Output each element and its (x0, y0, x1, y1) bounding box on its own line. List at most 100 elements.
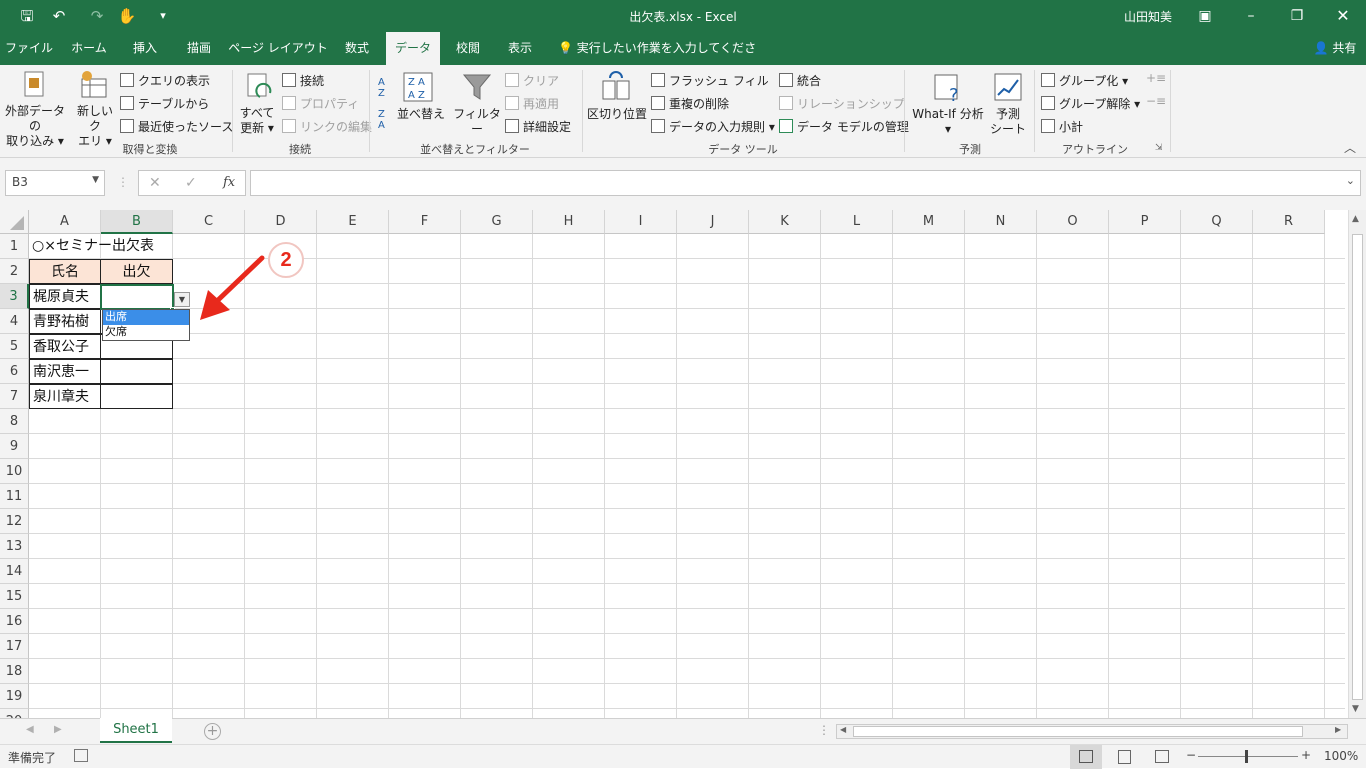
zoom-level[interactable]: 100% (1324, 749, 1358, 763)
column-header[interactable]: L (821, 210, 893, 234)
sheet-tab-sheet1[interactable]: Sheet1 (100, 718, 172, 743)
horizontal-scroll-thumb[interactable] (853, 726, 1303, 737)
subtotal-button[interactable]: 小計 (1041, 118, 1083, 135)
column-header[interactable]: C (173, 210, 245, 234)
column-header[interactable]: E (317, 210, 389, 234)
tab-formulas[interactable]: 数式 (332, 32, 382, 65)
column-header[interactable]: B (101, 210, 173, 234)
customize-qat-icon[interactable]: ▾ (152, 5, 174, 27)
outline-dialog-launcher-icon[interactable]: ⇲ (1155, 143, 1163, 153)
name-box[interactable]: B3 ▼ (5, 170, 105, 196)
column-header[interactable]: G (461, 210, 533, 234)
row-header[interactable]: 8 (0, 409, 29, 434)
name-cell[interactable]: 泉川章夫 (29, 384, 101, 409)
name-cell[interactable]: 南沢恵一 (29, 359, 101, 384)
relationships-button[interactable]: リレーションシップ (779, 95, 905, 112)
column-header[interactable]: R (1253, 210, 1325, 234)
user-name[interactable]: 山田知美 (1124, 8, 1172, 25)
show-detail-icon[interactable]: +≡ (1146, 71, 1166, 85)
row-header[interactable]: 3 (0, 284, 29, 309)
column-header[interactable]: J (677, 210, 749, 234)
row-header[interactable]: 13 (0, 534, 29, 559)
tab-view[interactable]: 表示 (496, 32, 544, 65)
column-header[interactable]: A (29, 210, 101, 234)
attendance-cell[interactable] (100, 359, 173, 384)
row-header[interactable]: 18 (0, 659, 29, 684)
ribbon-display-icon[interactable]: ▣ (1182, 0, 1228, 32)
touch-mode-icon[interactable]: ✋ (116, 5, 138, 27)
show-queries-button[interactable]: クエリの表示 (120, 72, 210, 89)
remove-duplicates-button[interactable]: 重複の削除 (651, 95, 729, 112)
select-all-corner[interactable] (0, 210, 29, 234)
scroll-up-icon[interactable]: ▲ (1352, 214, 1359, 224)
collapse-ribbon-icon[interactable]: ︿ (1344, 139, 1356, 156)
zoom-in-icon[interactable]: + (1301, 748, 1311, 762)
row-header[interactable]: 19 (0, 684, 29, 709)
column-header[interactable]: I (605, 210, 677, 234)
cancel-icon[interactable]: ✕ (149, 175, 161, 191)
next-sheet-icon[interactable]: ▶ (54, 724, 62, 735)
name-cell[interactable]: 青野祐樹 (29, 309, 101, 334)
row-header[interactable]: 12 (0, 509, 29, 534)
column-header[interactable]: D (245, 210, 317, 234)
row-header[interactable]: 14 (0, 559, 29, 584)
data-validation-button[interactable]: データの入力規則 ▾ (651, 118, 775, 135)
scroll-left-icon[interactable]: ◀ (840, 725, 846, 734)
redo-icon[interactable]: ↷ (86, 5, 108, 27)
row-header[interactable]: 7 (0, 384, 29, 409)
vertical-scroll-thumb[interactable] (1352, 234, 1363, 700)
sort-ascending-icon[interactable]: AZ (378, 77, 385, 99)
name-box-dropdown-icon[interactable]: ▼ (92, 175, 99, 185)
row-header[interactable]: 15 (0, 584, 29, 609)
properties-button[interactable]: プロパティ (282, 95, 359, 112)
edit-links-button[interactable]: リンクの編集 (282, 118, 372, 135)
column-header[interactable]: O (1037, 210, 1109, 234)
row-header[interactable]: 11 (0, 484, 29, 509)
column-header[interactable]: F (389, 210, 461, 234)
recent-sources-button[interactable]: 最近使ったソース (120, 118, 233, 135)
page-break-view-icon[interactable] (1155, 750, 1169, 763)
scroll-right-icon[interactable]: ▶ (1335, 725, 1341, 734)
row-header[interactable]: 9 (0, 434, 29, 459)
row-header[interactable]: 10 (0, 459, 29, 484)
connections-button[interactable]: 接続 (282, 72, 324, 89)
sheet-title-cell[interactable]: ○×セミナー出欠表 (29, 234, 154, 259)
expand-formula-icon[interactable]: ⌄ (1346, 174, 1355, 187)
data-model-button[interactable]: データ モデルの管理 (779, 118, 909, 135)
column-header[interactable]: K (749, 210, 821, 234)
row-header[interactable]: 4 (0, 309, 29, 334)
insert-function-icon[interactable]: fx (223, 175, 235, 190)
zoom-slider[interactable] (1198, 756, 1298, 757)
dropdown-option-present[interactable]: 出席 (103, 310, 189, 325)
tab-data[interactable]: データ (386, 32, 440, 65)
normal-view-button[interactable] (1070, 745, 1102, 769)
zoom-slider-thumb[interactable] (1245, 750, 1248, 763)
ungroup-button[interactable]: グループ解除 ▾ (1041, 95, 1140, 112)
tab-insert[interactable]: 挿入 (120, 32, 170, 65)
tell-me-box[interactable]: 💡 実行したい作業を入力してください (558, 32, 758, 88)
close-button[interactable]: ✕ (1320, 0, 1366, 32)
header-attendance-cell[interactable]: 出欠 (100, 259, 173, 284)
flash-fill-button[interactable]: フラッシュ フィル (651, 72, 769, 89)
enter-icon[interactable]: ✓ (185, 175, 197, 191)
name-cell[interactable]: 梶原貞夫 (29, 284, 101, 309)
clear-filter-button[interactable]: クリア (505, 72, 559, 89)
column-header[interactable]: N (965, 210, 1037, 234)
consolidate-button[interactable]: 統合 (779, 72, 821, 89)
scroll-down-icon[interactable]: ▼ (1352, 704, 1359, 714)
reapply-button[interactable]: 再適用 (505, 95, 559, 112)
from-table-button[interactable]: テーブルから (120, 95, 209, 112)
undo-icon[interactable]: ↶ (48, 5, 70, 27)
dropdown-option-absent[interactable]: 欠席 (103, 325, 189, 340)
row-header[interactable]: 5 (0, 334, 29, 359)
advanced-filter-button[interactable]: 詳細設定 (505, 118, 571, 135)
minimize-button[interactable]: – (1228, 0, 1274, 32)
tab-file[interactable]: ファイル (0, 32, 58, 65)
page-layout-view-icon[interactable] (1118, 750, 1131, 764)
new-sheet-icon[interactable]: + (204, 723, 221, 740)
row-header[interactable]: 16 (0, 609, 29, 634)
column-header[interactable]: H (533, 210, 605, 234)
formula-input[interactable]: ⌄ (250, 170, 1361, 196)
validation-dropdown-button[interactable]: ▼ (174, 292, 190, 307)
vertical-scrollbar[interactable]: ▲ ▼ (1348, 210, 1366, 718)
